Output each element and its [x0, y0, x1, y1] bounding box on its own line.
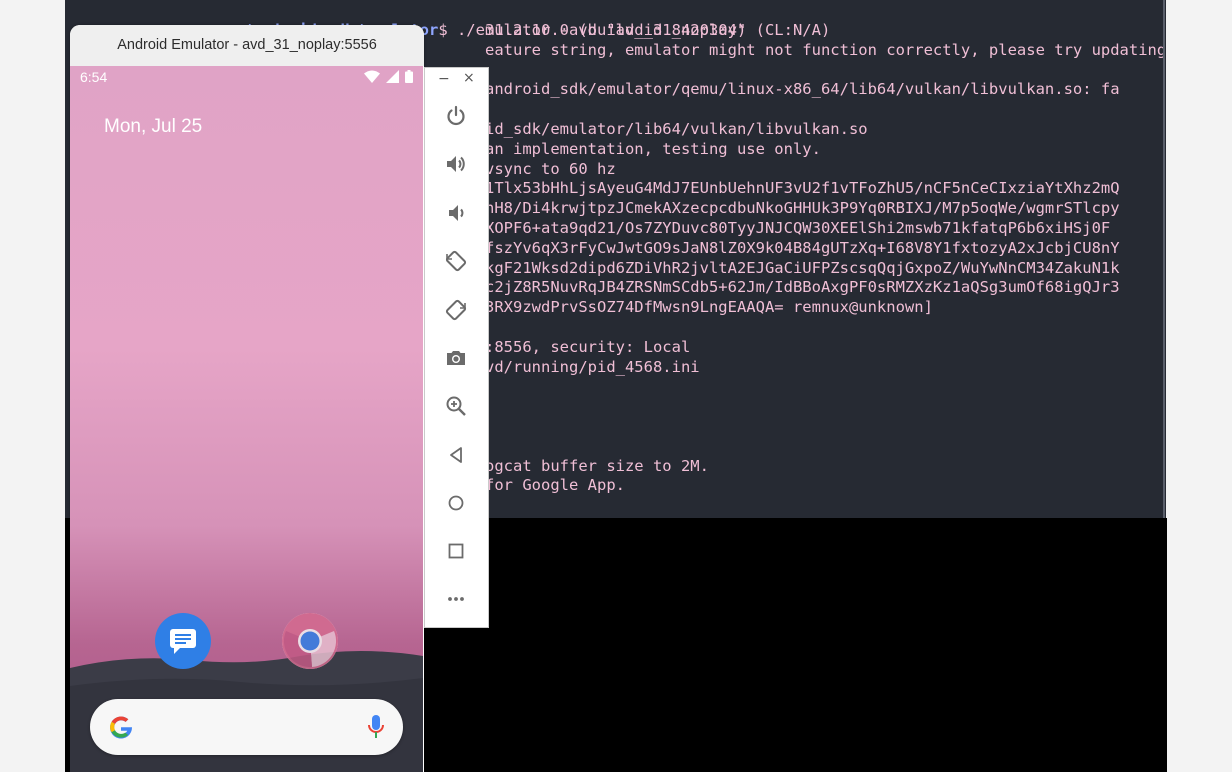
power-icon	[447, 105, 465, 126]
overview-square-icon	[448, 543, 464, 559]
signal-icon	[386, 70, 399, 83]
messages-app-icon[interactable]	[155, 613, 211, 669]
camera-icon	[447, 351, 465, 365]
overview-button[interactable]	[441, 536, 471, 566]
terminal-output-line: XOPF6+ata9qd21/Os7ZYDuvc80TyyJNJCQW30XEE…	[485, 219, 1111, 237]
terminal-output-line: android_sdk/emulator/qemu/linux-x86_64/l…	[485, 80, 1120, 99]
close-button[interactable]: ×	[463, 70, 475, 86]
terminal-output-line: for Google App.	[485, 476, 625, 495]
power-button[interactable]	[441, 101, 471, 131]
volume-down-icon	[449, 205, 464, 221]
back-triangle-icon	[450, 447, 462, 463]
zoom-button[interactable]	[441, 391, 471, 421]
status-icons	[364, 70, 413, 83]
terminal-output-line: vsync to 60 hz	[485, 159, 616, 178]
terminal-output-line: 3RX9zwdPrvSsOZ74DfMwsn9LngEAAQA= remnux@…	[485, 298, 933, 317]
emulator-toolbar: − ×	[424, 67, 489, 628]
terminal-output-line: c2jZ8R5NuvRqJB4ZRSNmSCdb5+62Jm/IdBBoAxgP…	[485, 278, 1120, 297]
terminal-output-line: eature string, emulator might not functi…	[485, 40, 1166, 59]
google-search-bar[interactable]	[90, 699, 403, 755]
volume-up-icon	[447, 156, 465, 172]
terminal-output-line: 31.2.10.0 (build_id 8420304) (CL:N/A)	[485, 21, 831, 39]
more-dots-icon	[448, 597, 464, 601]
chrome-logo-icon	[282, 613, 338, 669]
terminal-prompt-line: remnux@remnux:~/android_sdk/emulator$ ./…	[65, 1, 746, 39]
rotate-right-button[interactable]	[441, 295, 471, 325]
home-circle-icon	[448, 495, 464, 511]
battery-icon	[405, 70, 413, 83]
terminal-output-line: fszYv6qX3rFyCwJwtGO9sJaN8lZ0X9k04B84gUTz…	[485, 238, 1120, 257]
terminal-output-line: ogcat buffer size to 2M.	[485, 456, 709, 475]
microphone-icon[interactable]	[367, 713, 385, 741]
terminal-output-line: kgF21Wksd2dipd6ZDiVhR2jvltA2EJGaCiUFPZsc…	[485, 258, 1120, 277]
terminal-border	[1163, 0, 1165, 518]
minimize-button[interactable]: −	[438, 71, 450, 87]
rotate-left-button[interactable]	[441, 246, 471, 276]
date-widget[interactable]: Mon, Jul 25	[104, 116, 202, 138]
status-clock: 6:54	[80, 69, 108, 85]
rotate-right-icon	[445, 299, 467, 321]
screenshot-button[interactable]	[441, 343, 471, 373]
terminal-output-line: vd/running/pid_4568.ini	[485, 357, 700, 376]
terminal-output-line: an implementation, testing use only.	[485, 139, 821, 158]
google-g-icon	[110, 716, 133, 739]
terminal-output-line: id_sdk/emulator/lib64/vulkan/libvulkan.s…	[485, 120, 868, 138]
chrome-app-icon[interactable]	[282, 613, 338, 669]
terminal-output-line: :8556, security: Local	[485, 337, 691, 356]
phone-screen[interactable]: 6:54 Mon, Jul 25	[70, 66, 423, 772]
status-bar: 6:54	[70, 66, 423, 90]
terminal-output-line: 1Tlx53bHhLjsAyeuG4MdJ7EUnbUehnUF3vU2f1vT…	[485, 179, 1120, 198]
message-bubble-icon	[170, 629, 196, 654]
volume-up-button[interactable]	[441, 149, 471, 179]
home-button[interactable]	[441, 488, 471, 518]
back-button[interactable]	[441, 440, 471, 470]
emulator-title[interactable]: Android Emulator - avd_31_noplay:5556	[70, 25, 424, 66]
rotate-left-icon	[445, 250, 467, 272]
volume-down-button[interactable]	[441, 198, 471, 228]
zoom-icon	[446, 396, 466, 416]
emulator-window: Android Emulator - avd_31_noplay:5556 6:…	[70, 25, 424, 772]
wifi-icon	[364, 70, 380, 83]
terminal-output-line: nH8/Di4krwjtpzJCmekAXzecpcdbuNkoGHHUk3P9…	[485, 199, 1120, 218]
toolbar-window-controls: − ×	[425, 70, 488, 92]
more-button[interactable]	[441, 584, 471, 614]
